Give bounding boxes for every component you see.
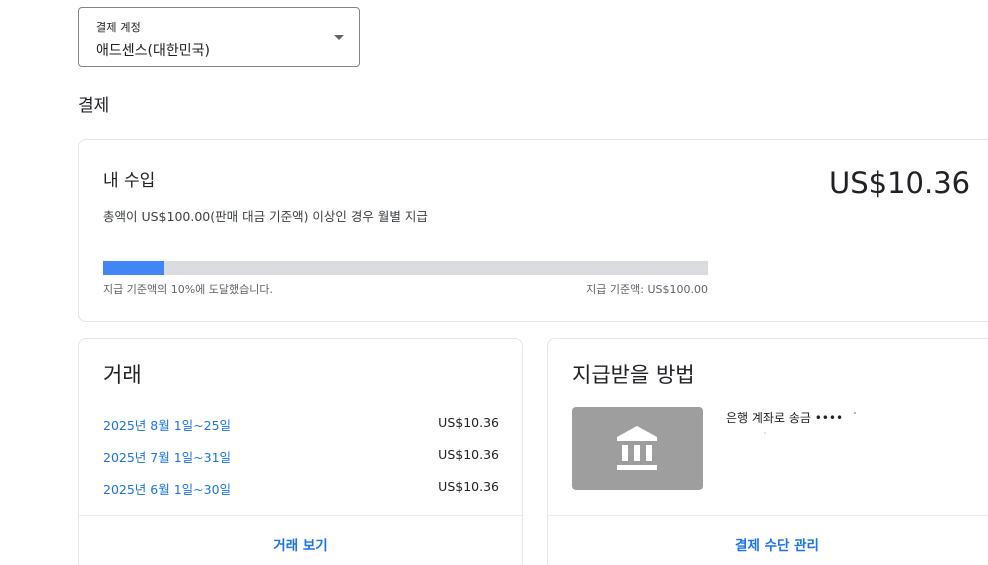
page-title: 결제 bbox=[78, 96, 110, 116]
transaction-amount: US$10.36 bbox=[438, 479, 499, 494]
transaction-row: 2025년 6월 1일~30일 US$10.36 bbox=[103, 479, 499, 499]
threshold-progress-bar bbox=[103, 261, 708, 275]
transaction-period-link[interactable]: 2025년 8월 1일~25일 bbox=[103, 415, 231, 434]
transaction-amount: US$10.36 bbox=[438, 447, 499, 462]
card-divider bbox=[548, 515, 988, 516]
masked-detail-dot bbox=[854, 412, 856, 414]
payment-method-title: 지급받을 방법 bbox=[572, 363, 695, 387]
transactions-card: 거래 2025년 8월 1일~25일 US$10.36 2025년 7월 1일~… bbox=[78, 338, 523, 565]
card-divider bbox=[79, 515, 522, 516]
bank-tile bbox=[572, 407, 703, 490]
threshold-amount-text: 지급 기준액: US$100.00 bbox=[586, 283, 708, 296]
transaction-period-link[interactable]: 2025년 7월 1일~31일 bbox=[103, 447, 231, 466]
billing-account-label: 결제 계정 bbox=[96, 21, 141, 34]
earnings-amount: US$10.36 bbox=[829, 166, 971, 200]
transaction-row: 2025년 8월 1일~25일 US$10.36 bbox=[103, 415, 499, 435]
earnings-title: 내 수입 bbox=[103, 171, 156, 191]
threshold-progress-fill bbox=[103, 261, 164, 275]
payment-method-text: 은행 계좌로 송금 •••• bbox=[726, 411, 844, 425]
earnings-card: 내 수입 총액이 US$100.00(판매 대금 기준액) 이상인 경우 월별 … bbox=[78, 139, 988, 322]
dropdown-arrow-icon bbox=[334, 35, 344, 40]
view-transactions-link[interactable]: 거래 보기 bbox=[79, 534, 522, 554]
manage-payment-methods-link[interactable]: 결제 수단 관리 bbox=[548, 534, 988, 554]
billing-account-value: 애드센스(대한민국) bbox=[96, 43, 210, 59]
bank-icon bbox=[617, 426, 657, 470]
transaction-period-link[interactable]: 2025년 6월 1일~30일 bbox=[103, 479, 231, 498]
masked-detail-dot bbox=[764, 432, 766, 434]
earnings-description: 총액이 US$100.00(판매 대금 기준액) 이상인 경우 월별 지급 bbox=[103, 209, 428, 224]
billing-account-select[interactable]: 결제 계정 애드센스(대한민국) bbox=[78, 7, 360, 67]
transaction-row: 2025년 7월 1일~31일 US$10.36 bbox=[103, 447, 499, 467]
transactions-title: 거래 bbox=[103, 363, 142, 387]
payments-page: 결제 계정 애드센스(대한민국) 결제 내 수입 총액이 US$100.00(판… bbox=[0, 0, 988, 565]
payment-method-card: 지급받을 방법 은행 계좌로 송금 •••• 결제 수단 관리 bbox=[547, 338, 988, 565]
transaction-amount: US$10.36 bbox=[438, 415, 499, 430]
